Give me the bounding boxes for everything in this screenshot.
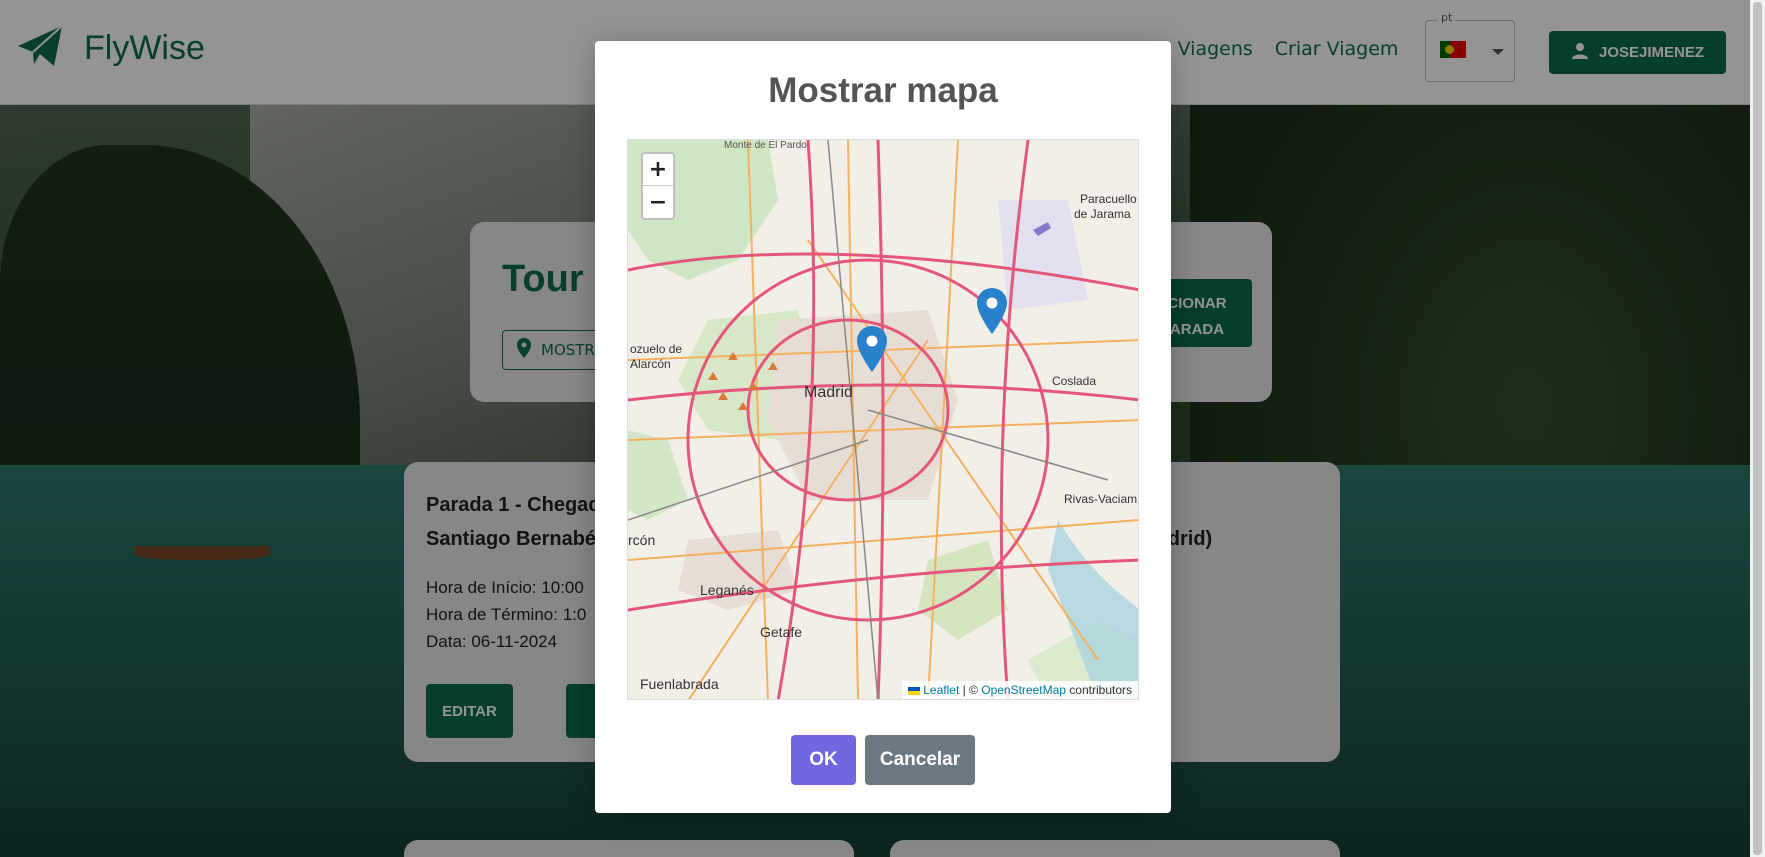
map-marker-stop-2[interactable] — [977, 288, 1007, 334]
map-attribution: Leaflet | © OpenStreetMap contributors — [901, 681, 1138, 699]
map-label-alcorcon: rcón — [628, 532, 656, 548]
attribution-separator: | © — [959, 683, 982, 697]
osm-link[interactable]: OpenStreetMap — [981, 683, 1066, 697]
map-marker-stop-1[interactable] — [857, 326, 887, 372]
leaflet-link[interactable]: Leaflet — [923, 683, 959, 697]
zoom-in-button[interactable]: + — [643, 154, 673, 186]
map-label-getafe: Getafe — [760, 624, 803, 640]
dialog-title: Mostrar mapa — [768, 71, 998, 110]
map-label-rivas: Rivas-Vaciam — [1064, 492, 1138, 506]
map-label-fuenlabrada: Fuenlabrada — [640, 676, 719, 692]
map-label-el-pardo: Monte de El Pardo — [724, 140, 807, 151]
map-label-madrid: Madrid — [804, 384, 853, 401]
map-label-leganes: Leganés — [700, 582, 754, 598]
map-label-paracuellos: Paracuello — [1080, 192, 1137, 206]
cancel-button[interactable]: Cancelar — [865, 735, 975, 785]
map-label-pozuelo-2: Alarcón — [630, 357, 671, 371]
map-view[interactable]: Madrid Coslada Leganés Getafe Fuenlabrad… — [627, 139, 1139, 700]
map-label-coslada: Coslada — [1052, 374, 1097, 388]
map-label-paracuellos-2: de Jarama — [1074, 207, 1131, 221]
scrollbar-thumb[interactable] — [1753, 2, 1762, 855]
ok-button[interactable]: OK — [791, 735, 856, 785]
map-label-pozuelo: ozuelo de — [630, 342, 683, 356]
map-tiles — [628, 140, 1138, 699]
page-scrollbar[interactable] — [1750, 0, 1765, 857]
ukraine-flag-icon — [907, 686, 920, 695]
map-dialog: Mostrar mapa Madrid Coslada Leganés Geta… — [595, 41, 1171, 813]
zoom-out-button[interactable]: − — [643, 186, 673, 218]
zoom-control: + − — [641, 152, 675, 220]
dialog-actions: OK Cancelar — [595, 735, 1171, 785]
attribution-tail: contributors — [1065, 683, 1132, 697]
